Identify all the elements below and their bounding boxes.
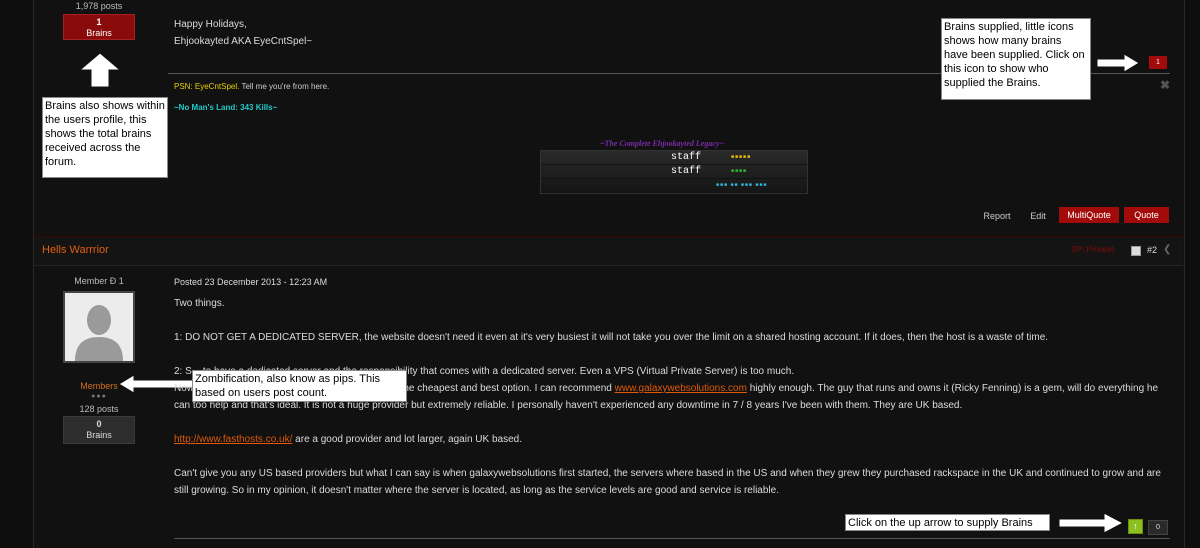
post2-post-number[interactable]: #2 [1147,245,1157,255]
post1-brains-box[interactable]: 1 Brains [63,14,135,40]
post2-user-title: Member Ð 1 [74,276,124,286]
post1-psn-rest: Tell me you're from here. [241,82,330,91]
post2-p6: Can't give you any US based providers bu… [174,468,1161,496]
post2-brains-label: Brains [86,430,112,440]
post1-brain-counter[interactable]: 1 [1149,56,1167,69]
note-up-arrow: Click on the up arrow to supply Brains [845,514,1050,531]
banner-role-3: ■■■ ■■ ■■■ ■■■ [716,182,768,188]
post2-userpane: Member Ð 1 Members ●●● 128 posts 0 Brain… [51,276,147,444]
post1-line1: Happy Holidays, [174,19,247,30]
post2-ip-label: (IP: Private) [1072,245,1115,254]
quote-button[interactable]: Quote [1124,207,1169,223]
galaxyweb-link[interactable]: www.galaxywebsolutions.com [615,383,747,394]
post2-p1: Two things. [174,298,225,309]
arrow-up-annotation-icon [78,52,122,88]
post1-sig-psn: PSN: EyeCntSpel. Tell me you're from her… [174,82,329,91]
avatar[interactable] [63,291,135,363]
supply-brains-up-arrow-icon[interactable]: ↑ [1128,519,1143,534]
post2-p2: 1: DO NOT GET A DEDICATED SERVER, the we… [174,332,1049,343]
banner-role-1: ■■■■■ [731,154,752,160]
post2-username[interactable]: Hells Warrrior [42,244,109,256]
post1-line2: Ehjookayted AKA EyeCntSpel~ [174,36,313,47]
post1-brains-label: Brains [86,28,112,38]
default-avatar-icon [65,293,133,361]
post1-body: Happy Holidays, Ehjookayted AKA EyeCntSp… [174,16,874,50]
arrow-right-annotation-icon [1096,53,1140,73]
post2-brain-counter[interactable]: 0 [1148,520,1168,535]
post1-brains-count: 1 [96,17,102,27]
banner-row-1: staff ■■■■■ [541,151,807,165]
post1-psn-label: PSN: EyeCntSpel. [174,82,240,91]
post2-p5: http://www.fasthosts.co.uk/ are a good p… [174,431,1174,448]
banner-role-2: ■■■■ [731,168,748,174]
multiquote-button[interactable]: MultiQuote [1059,207,1119,223]
banner-staff-1: staff [671,152,702,163]
report-button[interactable]: Report [978,208,1016,224]
share-icon[interactable]: ❮ [1163,244,1171,255]
post2-header [34,236,1183,266]
banner-row-2: staff ■■■■ [541,165,807,179]
post2-post-count: 128 posts [79,404,119,414]
post1-sig-kills: ~No Man's Land: 343 Kills~ [174,103,278,112]
post1-post-count: 1,978 posts [75,1,123,11]
post2-bottom-divider [174,538,1170,539]
post2-posted-date: Posted 23 December 2013 - 12:23 AM [174,277,328,287]
edit-button[interactable]: Edit [1024,208,1052,224]
banner-row-3: ■■■ ■■ ■■■ ■■■ [541,179,807,193]
fasthosts-link[interactable]: http://www.fasthosts.co.uk/ [174,434,292,445]
arrow-right-annotation-icon-2 [1058,512,1124,534]
signature-close-icon[interactable]: ✖ [1160,79,1172,91]
note-brains-supplied: Brains supplied, little icons shows how … [941,18,1091,100]
post1-banner-title: ~The Complete Ehjookayted Legacy~ [600,139,724,148]
note-pips: Zombification, also know as pips. This b… [192,370,407,402]
post2-brains-box[interactable]: 0 Brains [63,416,135,444]
banner-staff-2: staff [671,166,702,177]
post2-p5-rest: are a good provider and lot larger, agai… [295,434,522,445]
post2-brains-count: 0 [96,419,102,429]
post1-signature-banner: staff ■■■■■ staff ■■■■ ■■■ ■■ ■■■ ■■■ [540,150,808,194]
note-brains-profile: Brains also shows within the users profi… [42,97,168,178]
post2-select-checkbox[interactable] [1131,246,1141,256]
post1-userpane: 1,978 posts 1 Brains [51,0,147,40]
